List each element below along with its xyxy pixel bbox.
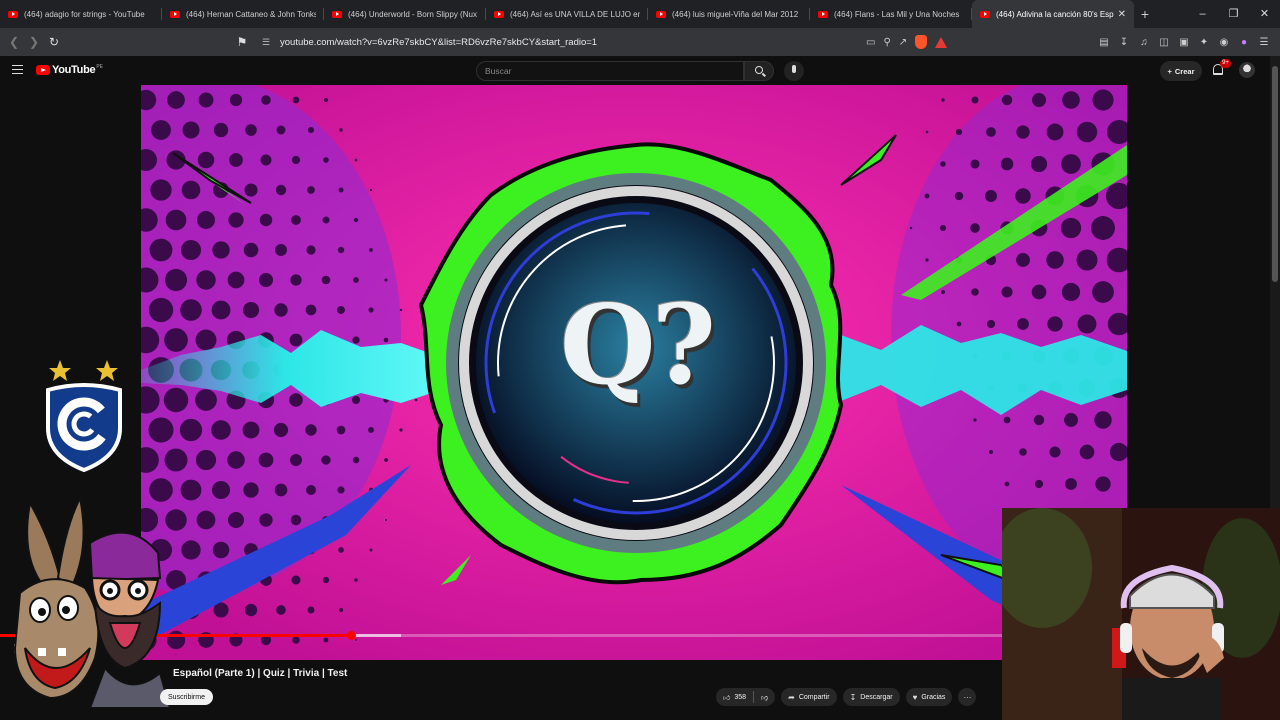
youtube-favicon-icon — [8, 10, 18, 18]
tab-title: (464) Underworld - Born Slippy (Nux — [348, 9, 477, 19]
sidebar-icon[interactable]: ◫ — [1156, 37, 1172, 48]
tab-title: (464) Hernan Cattaneo & John Tonks — [186, 9, 316, 19]
download-button[interactable]: ↧ Descargar — [842, 688, 900, 706]
subscribe-button[interactable]: Suscribirme — [160, 689, 213, 705]
hamburger-menu-icon[interactable] — [12, 65, 23, 74]
tab-title: (464) Así es UNA VILLA DE LUJO en — [510, 9, 640, 19]
browser-tab[interactable]: (464) Así es UNA VILLA DE LUJO en — [486, 0, 648, 28]
notifications-badge: 9+ — [1220, 59, 1231, 68]
country-code: PE — [96, 64, 103, 70]
wallet-icon[interactable]: ▣ — [1176, 37, 1192, 48]
thumbs-down-icon: 👎︎ — [761, 694, 769, 702]
youtube-favicon-icon — [980, 10, 990, 18]
browser-toolbar-icons: ▤ ↧ ♫ ◫ ▣ ✦ ◉ ● ☰ — [1096, 28, 1272, 56]
cartoon-donkey-avatar — [13, 498, 170, 708]
progress-scrubber-handle[interactable] — [346, 631, 356, 640]
browser-tab[interactable]: (464) Flans - Las Mil y Una Noches — [810, 0, 972, 28]
restore-icon[interactable]: ❐ — [1218, 0, 1249, 28]
bookmark-icon[interactable]: ⚑ — [232, 35, 252, 49]
minimize-icon[interactable]: – — [1187, 0, 1218, 28]
like-button[interactable]: 👍︎ 358 — [716, 688, 753, 706]
youtube-header: YouTube PE Buscar + Crear 9+ — [0, 56, 1280, 84]
search-icon — [755, 66, 763, 74]
video-player[interactable]: Q? — [141, 85, 1127, 660]
progress-buffered — [350, 634, 401, 637]
reader-icon[interactable]: ▤ — [1096, 37, 1112, 48]
tab-title: (464) luis miguel-Viña del Mar 2012 — [672, 9, 799, 19]
thanks-button[interactable]: ♥ Gracias — [905, 688, 953, 706]
share-label: Compartir — [798, 693, 830, 701]
tab-title: (464) adagio for strings - YouTube — [24, 9, 145, 19]
back-icon[interactable]: ❮ — [4, 35, 24, 49]
page-scrollbar-thumb[interactable] — [1272, 66, 1278, 282]
download-label: Descargar — [860, 693, 893, 701]
more-actions-button[interactable]: ··· — [958, 688, 977, 706]
brave-shields-icon[interactable] — [915, 35, 928, 49]
account-avatar[interactable] — [1239, 62, 1255, 78]
search-placeholder: Buscar — [485, 66, 512, 76]
youtube-favicon-icon — [494, 10, 504, 18]
reload-icon[interactable]: ↻ — [44, 35, 64, 49]
cast-icon[interactable]: ▭ — [866, 37, 875, 48]
browser-tab[interactable]: (464) luis miguel-Viña del Mar 2012 — [648, 0, 810, 28]
club-crest-image — [46, 360, 122, 473]
thanks-label: Gracias — [921, 693, 946, 701]
new-tab-button[interactable]: + — [1134, 6, 1156, 22]
browser-tab[interactable]: (464) Adivina la canción 80's Esp ✕ — [972, 0, 1134, 28]
share-icon[interactable]: ↗ — [899, 37, 907, 48]
youtube-favicon-icon — [818, 10, 828, 18]
site-settings-icon[interactable]: ☰ — [256, 37, 276, 48]
browser-tab[interactable]: (464) Underworld - Born Slippy (Nux — [324, 0, 486, 28]
thumbs-up-icon: 👍︎ — [723, 694, 731, 702]
share-button[interactable]: ➦ Compartir — [781, 688, 837, 706]
question-logo-text: Q? — [559, 280, 716, 409]
url-text: youtube.com/watch?v=6vzRe7skbCY&list=RD6… — [280, 36, 598, 48]
microphone-icon — [792, 65, 796, 73]
forward-icon[interactable]: ❯ — [24, 35, 44, 49]
youtube-favicon-icon — [656, 10, 666, 18]
vpn-icon[interactable]: ◉ — [1216, 37, 1232, 48]
profile-icon[interactable]: ● — [1236, 37, 1252, 48]
share-arrow-icon: ➦ — [788, 692, 795, 702]
video-title: Español (Parte 1) | Quiz | Trivia | Test — [173, 668, 348, 679]
browser-tab[interactable]: (464) adagio for strings - YouTube — [0, 0, 162, 28]
download-arrow-icon: ↧ — [849, 692, 857, 702]
browser-tab-strip: (464) adagio for strings - YouTube (464) … — [0, 0, 1280, 28]
tab-list: (464) adagio for strings - YouTube (464) … — [0, 0, 1134, 28]
media-icon[interactable]: ♫ — [1136, 37, 1152, 48]
youtube-favicon-icon — [170, 10, 180, 18]
window-controls: – ❐ ✕ — [1187, 0, 1280, 28]
like-dislike-group: 👍︎ 358 👎︎ — [716, 688, 776, 706]
webcam-overlay — [1002, 508, 1280, 720]
address-bar-row: ❮ ❯ ↻ ⚑ ☰ youtube.com/watch?v=6vzRe7skbC… — [0, 28, 1280, 56]
create-label: Crear — [1174, 66, 1195, 76]
download-icon[interactable]: ↧ — [1116, 37, 1132, 48]
thanks-heart-icon: ♥ — [912, 692, 918, 702]
search-button[interactable] — [744, 61, 774, 81]
youtube-logo-text: YouTube — [52, 64, 96, 76]
url-actions: ▭ ⚲ ↗ — [866, 28, 948, 56]
plus-icon: + — [1167, 66, 1172, 76]
search-input[interactable]: Buscar — [476, 61, 744, 81]
zoom-icon[interactable]: ⚲ — [883, 37, 890, 48]
browser-tab[interactable]: (464) Hernan Cattaneo & John Tonks — [162, 0, 324, 28]
like-count: 358 — [734, 693, 747, 701]
tab-title: (464) Adivina la canción 80's Esp — [996, 9, 1114, 19]
youtube-logo[interactable]: YouTube PE — [36, 64, 103, 76]
youtube-play-icon — [36, 65, 50, 75]
tab-title: (464) Flans - Las Mil y Una Noches — [834, 9, 960, 19]
leo-icon[interactable]: ✦ — [1196, 37, 1212, 48]
create-button[interactable]: + Crear — [1160, 61, 1202, 81]
brave-rewards-icon[interactable] — [935, 36, 948, 48]
video-actions: 👍︎ 358 👎︎ ➦ Compartir ↧ Descargar ♥ Grac… — [716, 688, 977, 706]
close-window-icon[interactable]: ✕ — [1249, 0, 1280, 28]
close-tab-icon[interactable]: ✕ — [1118, 9, 1126, 20]
voice-search-button[interactable] — [784, 61, 804, 81]
youtube-favicon-icon — [332, 10, 342, 18]
browser-menu-icon[interactable]: ☰ — [1256, 37, 1272, 48]
dislike-button[interactable]: 👎︎ — [754, 688, 775, 706]
